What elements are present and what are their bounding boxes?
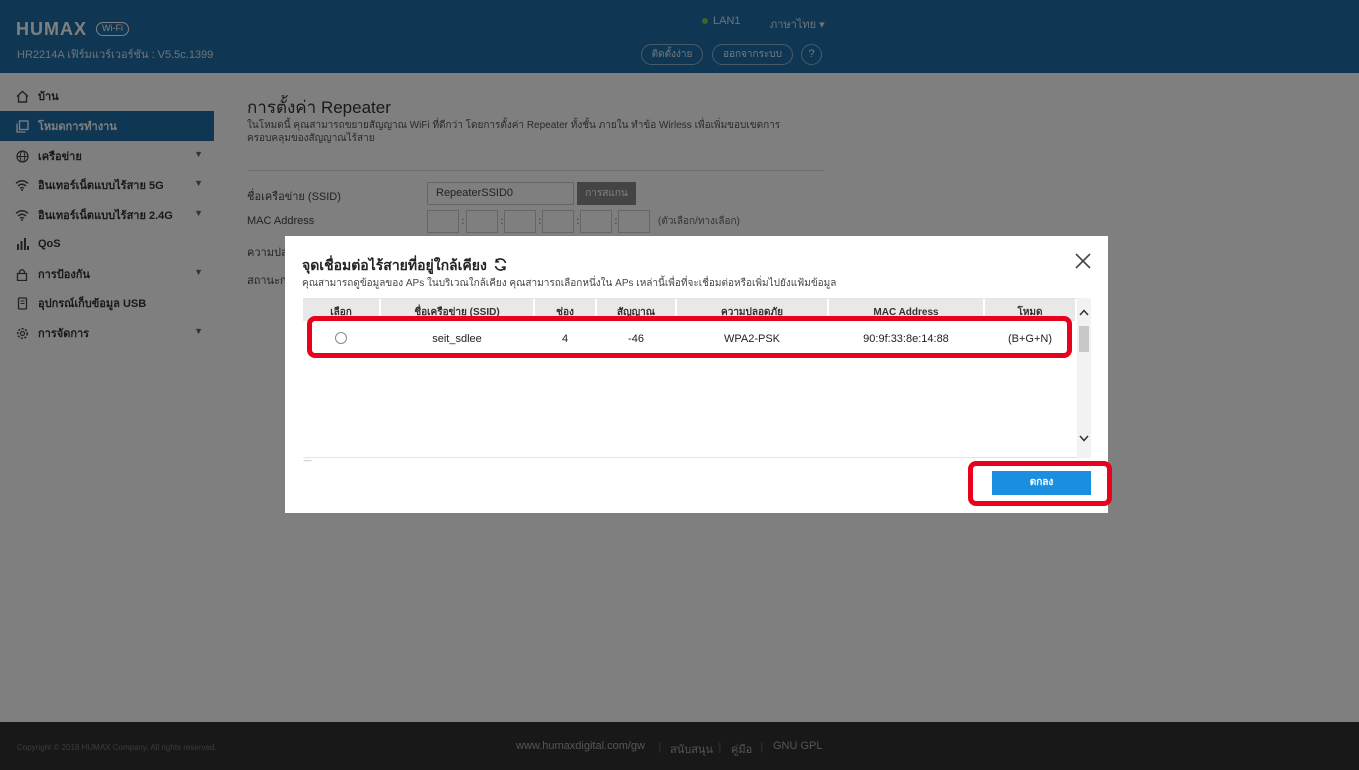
column-header-channel: ช่อง [556, 307, 574, 318]
table-footer-dash: — [303, 456, 312, 466]
table-scrollbar[interactable] [1077, 298, 1091, 458]
column-header-ssid: ชื่อเครือข่าย (SSID) [414, 307, 500, 318]
cell-channel: 4 [561, 333, 569, 345]
cell-mac: 90:9f:33:8e:14:88 [863, 333, 949, 345]
column-header-mode: โหมด [1017, 307, 1043, 318]
column-header-select: เลือก [330, 307, 352, 318]
select-radio[interactable] [335, 332, 347, 344]
refresh-icon[interactable] [493, 257, 508, 275]
dialog-description: คุณสามารถดูข้อมูลของ APs ในบริเวณใกล้เคี… [302, 278, 837, 289]
column-header-signal: สัญญาณ [616, 307, 656, 318]
scroll-down-icon[interactable] [1078, 434, 1090, 445]
cell-security: WPA2-PSK [723, 333, 781, 345]
scrollbar-thumb[interactable] [1079, 326, 1089, 352]
column-header-security: ความปลอดภัย [721, 307, 783, 318]
table-header: เลือก ชื่อเครือข่าย (SSID) ช่อง สัญญาณ ค… [303, 299, 1075, 321]
cell-ssid: seit_sdlee [432, 333, 482, 345]
scroll-up-icon[interactable] [1078, 308, 1090, 319]
close-icon[interactable] [1072, 250, 1094, 272]
cell-mode: (B+G+N) [1007, 333, 1052, 345]
dialog-title: จุดเชื่อมต่อไร้สายที่อยู่ใกล้เคียง [302, 255, 508, 277]
column-header-mac: MAC Address [873, 307, 939, 318]
ok-button[interactable]: ตกลง [992, 471, 1091, 495]
ap-table: เลือก ชื่อเครือข่าย (SSID) ช่อง สัญญาณ ค… [303, 298, 1091, 458]
cell-signal: -46 [628, 333, 644, 345]
